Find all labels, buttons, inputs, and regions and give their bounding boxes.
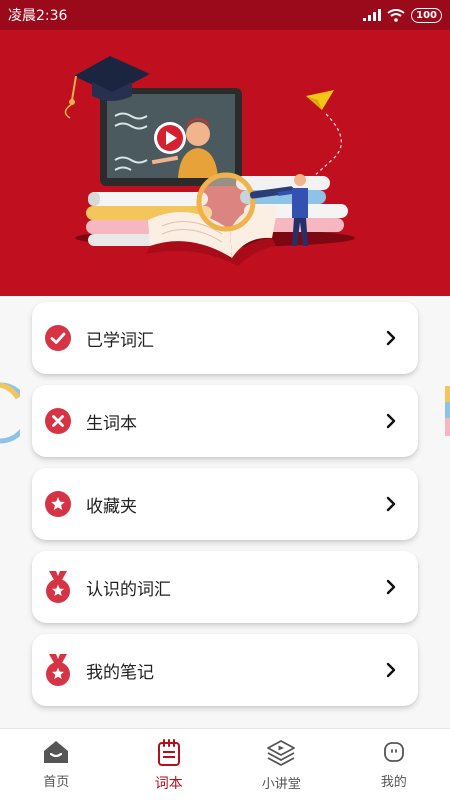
- chevron-right-icon: [386, 496, 396, 512]
- video-layers-icon: [267, 740, 296, 766]
- home-icon: [44, 741, 69, 763]
- star-circle-icon: [44, 490, 72, 518]
- wifi-icon: [387, 8, 405, 22]
- status-bar: 凌晨2:36 100: [0, 0, 450, 30]
- menu-item-label: 收藏夹: [86, 496, 137, 517]
- menu-item-label: 生词本: [86, 413, 137, 434]
- hero-banner: [0, 30, 450, 296]
- x-circle-icon: [44, 407, 72, 435]
- check-circle-icon: [44, 324, 72, 352]
- signal-icon: [363, 9, 382, 21]
- medal-icon: [44, 571, 72, 603]
- status-time: 凌晨2:36: [8, 8, 68, 24]
- menu-item-known-words[interactable]: 认识的词汇: [32, 551, 418, 623]
- tab-label: 小讲堂: [261, 777, 301, 792]
- tab-wordbook[interactable]: 词本: [113, 729, 226, 800]
- tab-label: 词本: [154, 776, 183, 792]
- chevron-right-icon: [386, 330, 396, 346]
- bottom-tab-bar: 首页 词本 小讲堂 我的: [0, 728, 450, 800]
- tab-profile[interactable]: 我的: [338, 729, 450, 800]
- notebook-icon: [157, 739, 180, 766]
- menu-list: 已学词汇 生词本 收藏夹 认识的词汇 我的笔记: [0, 296, 450, 728]
- tab-home[interactable]: 首页: [0, 729, 113, 800]
- menu-item-label: 我的笔记: [86, 662, 154, 683]
- tab-label: 我的: [380, 775, 407, 790]
- monitor-illustration: [100, 88, 242, 186]
- tab-label: 首页: [43, 775, 70, 790]
- ring-decoration-icon: [0, 382, 20, 444]
- menu-item-label: 已学词汇: [86, 330, 154, 351]
- chevron-right-icon: [386, 413, 396, 429]
- menu-item-favorites[interactable]: 收藏夹: [32, 468, 418, 540]
- battery-indicator: 100: [411, 7, 442, 23]
- menu-item-learned-words[interactable]: 已学词汇: [32, 302, 418, 374]
- menu-item-label: 认识的词汇: [86, 579, 171, 600]
- classroom-illustration: [64, 56, 355, 266]
- medal-icon: [44, 654, 72, 686]
- chevron-right-icon: [386, 579, 396, 595]
- chevron-right-icon: [386, 662, 396, 678]
- menu-item-my-notes[interactable]: 我的笔记: [32, 634, 418, 706]
- paper-plane-illustration: [299, 90, 342, 189]
- menu-item-new-words[interactable]: 生词本: [32, 385, 418, 457]
- status-icons: 100: [363, 7, 442, 23]
- bookmark-decoration-icon: [445, 386, 450, 436]
- tab-lecture[interactable]: 小讲堂: [225, 729, 338, 800]
- profile-icon: [383, 742, 404, 762]
